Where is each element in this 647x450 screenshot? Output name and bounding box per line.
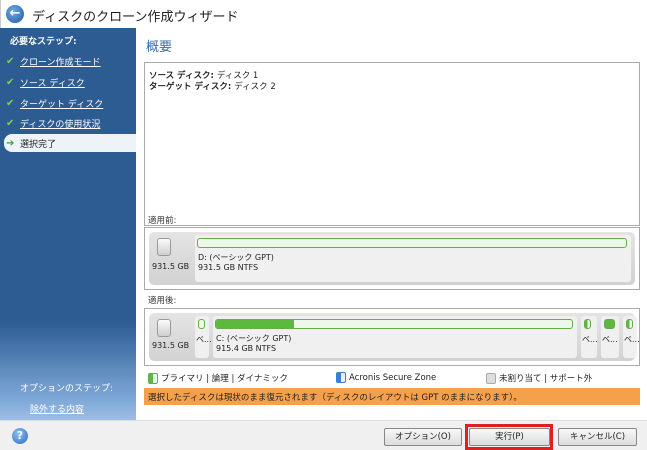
legend: プライマリ | 論理 | ダイナミック Acronis Secure Zone …: [148, 372, 638, 386]
help-icon[interactable]: ?: [12, 428, 28, 444]
sidebar-item-finish[interactable]: ➔ 選択完了: [4, 134, 136, 152]
primary-swatch-icon: [148, 372, 158, 384]
cancel-button[interactable]: キャンセル(C): [558, 428, 637, 446]
hard-disk-icon: [157, 238, 171, 256]
exclusions-link[interactable]: 除外する内容: [30, 402, 84, 415]
info-message: 選択したディスクは現状のまま復元されます（ディスクのレイアウトは GPT のまま…: [144, 388, 640, 405]
sidebar-item-clone-mode[interactable]: ✔ クローン作成モード: [6, 52, 136, 70]
partition-small[interactable]: ベ...: [581, 316, 598, 358]
optional-steps-heading: オプションのステップ:: [20, 384, 114, 394]
partition-d[interactable]: D: (ベーシック GPT) 931.5 GB NTFS: [195, 235, 631, 282]
before-disk: 931.5 GB D: (ベーシック GPT) 931.5 GB NTFS: [144, 227, 640, 290]
before-label: 適用前:: [148, 216, 177, 226]
check-icon: ✔: [6, 76, 15, 88]
summary-box: ソース ディスク: ディスク 1 ターゲット ディスク: ディスク 2: [144, 62, 640, 226]
disk-size: 931.5 GB: [152, 262, 190, 271]
after-disk: 931.5 GB ベ... C: (ベーシック GPT) 915.4 GB NT…: [144, 308, 640, 366]
partition-name: C: (ベーシック GPT): [216, 334, 292, 343]
page-title: 概要: [146, 40, 173, 55]
check-icon: ✔: [6, 55, 15, 67]
partition-name: D: (ベーシック GPT): [198, 253, 274, 262]
arrow-right-icon: ➔: [6, 137, 15, 149]
partition-detail: 931.5 GB NTFS: [198, 263, 259, 272]
options-button[interactable]: オプション(O): [384, 428, 462, 446]
hard-disk-icon: [157, 319, 171, 337]
highlight-box: [465, 424, 553, 450]
partition-small[interactable]: ベ...: [623, 316, 640, 358]
partition-small[interactable]: ベ...: [195, 316, 212, 358]
window-title: ディスクのクローン作成ウィザード: [32, 10, 239, 25]
sidebar-item-disk-usage[interactable]: ✔ ディスクの使用状況: [6, 114, 136, 132]
disk-size: 931.5 GB: [152, 341, 190, 350]
partition-detail: 915.4 GB NTFS: [216, 344, 277, 353]
back-arrow-icon[interactable]: ←: [6, 5, 24, 23]
usage-bar: [215, 319, 573, 329]
after-label: 適用後:: [148, 296, 177, 306]
sidebar-item-source-disk[interactable]: ✔ ソース ディスク: [6, 73, 136, 91]
partition-c[interactable]: C: (ベーシック GPT) 915.4 GB NTFS: [213, 316, 577, 358]
check-icon: ✔: [6, 117, 15, 129]
required-steps-heading: 必要なステップ:: [10, 37, 77, 47]
usage-bar: [197, 238, 627, 248]
unallocated-swatch-icon: [486, 372, 496, 384]
partition-small[interactable]: ベ...: [601, 316, 619, 358]
target-disk-line: ターゲット ディスク: ディスク 2: [149, 82, 276, 92]
asz-swatch-icon: [336, 372, 346, 383]
check-icon: ✔: [6, 97, 15, 109]
sidebar-item-target-disk[interactable]: ✔ ターゲット ディスク: [6, 94, 136, 112]
